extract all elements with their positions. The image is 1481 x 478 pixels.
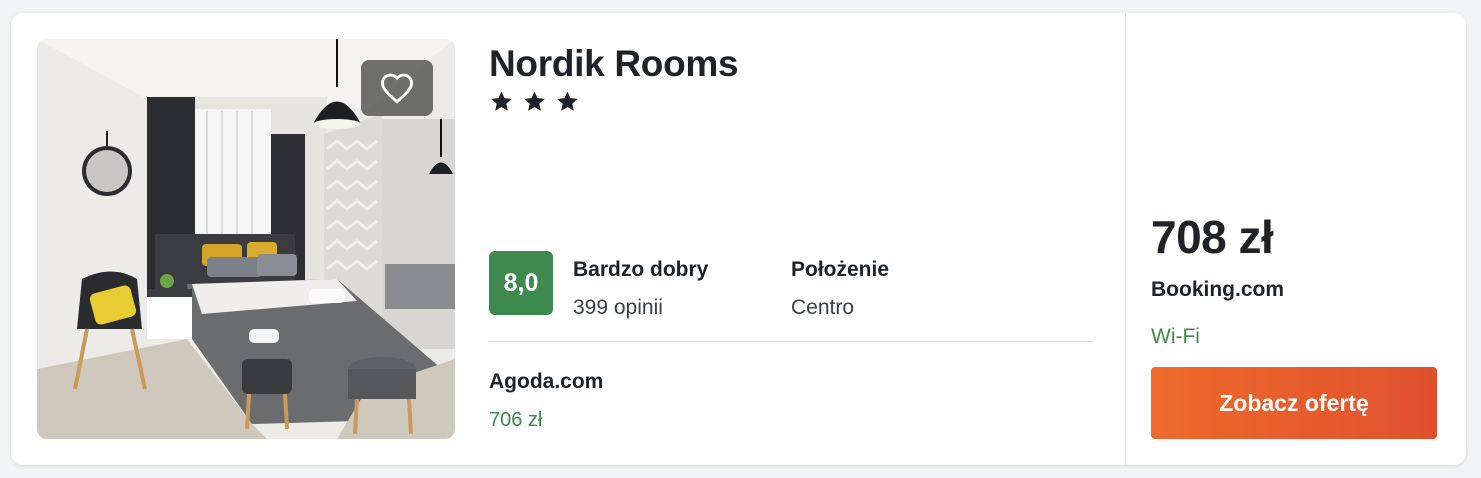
main-offer-provider[interactable]: Booking.com	[1151, 278, 1284, 302]
alternative-offer-provider[interactable]: Agoda.com	[489, 370, 603, 394]
hotel-result-card[interactable]: Nordik Rooms 8,0 Bardzo dobry 399 opinii…	[11, 13, 1466, 465]
divider	[489, 341, 1093, 342]
star-icon	[491, 91, 512, 111]
view-offer-button[interactable]: Zobacz ofertę	[1151, 367, 1437, 439]
location-value: Centro	[791, 296, 855, 319]
location-label: Położenie	[791, 258, 890, 281]
heart-icon	[380, 73, 414, 104]
column-divider	[1125, 13, 1126, 465]
star-icon	[557, 91, 578, 111]
main-offer-price[interactable]: 708 zł	[1151, 210, 1274, 264]
amenity-wifi: Wi-Fi	[1151, 325, 1200, 348]
reviews-count[interactable]: 399 opinii	[573, 296, 663, 320]
alternative-offer-price[interactable]: 706 zł	[489, 409, 542, 432]
favorite-button[interactable]	[361, 60, 433, 116]
hotel-name[interactable]: Nordik Rooms	[489, 43, 739, 85]
rating-label[interactable]: Bardzo dobry	[573, 258, 708, 282]
hotel-photo[interactable]	[37, 39, 455, 439]
star-rating	[489, 89, 580, 114]
star-icon	[524, 91, 545, 111]
rating-score-badge[interactable]: 8,0	[489, 251, 553, 315]
